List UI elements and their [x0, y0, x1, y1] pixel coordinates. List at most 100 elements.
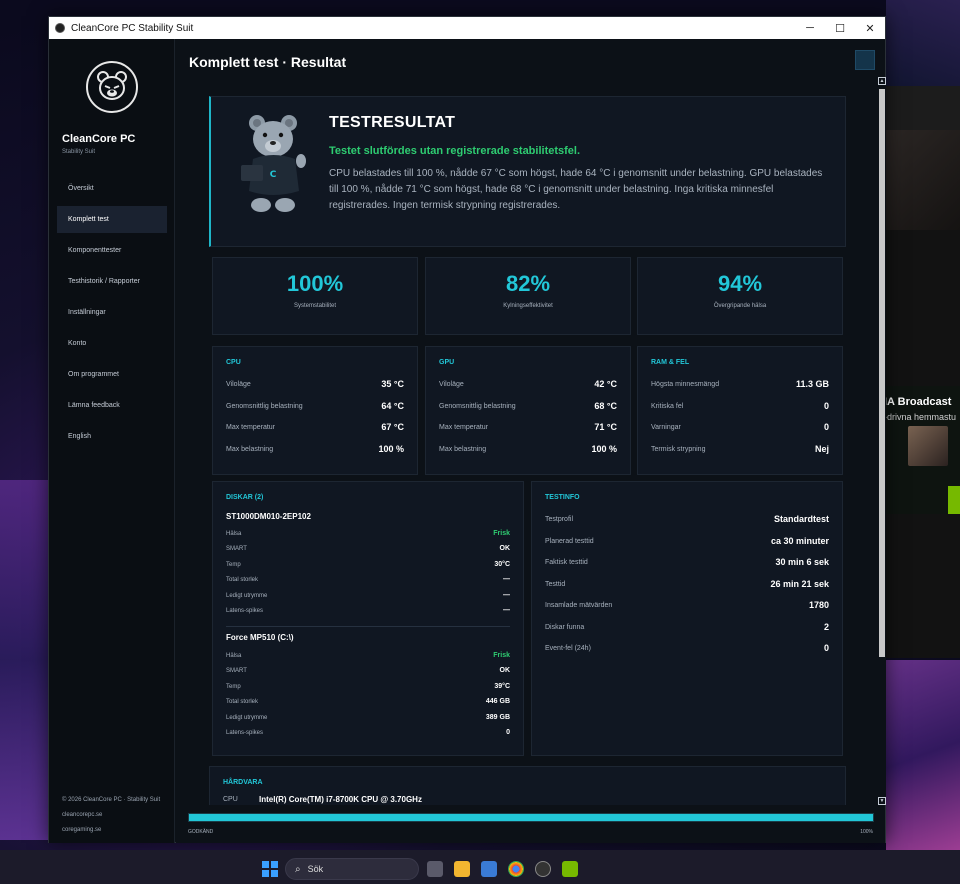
bear-logo-icon	[97, 71, 127, 100]
taskbar-search[interactable]: ⌕ Sök	[285, 858, 419, 880]
nvidia-icon[interactable]	[562, 861, 578, 877]
cpu-panel: CPU Viloläge 35 °C Genomsnittlig belastni…	[212, 346, 418, 475]
row-value: 0	[506, 729, 510, 736]
scroll-down-icon[interactable]: ▼	[878, 797, 886, 805]
scrollbar-thumb[interactable]	[879, 89, 885, 657]
footer-link-cleancorepc[interactable]: cleancorepc.se	[62, 808, 160, 823]
search-placeholder: Sök	[307, 864, 324, 874]
stat-label: Systemstabilitet	[293, 303, 336, 309]
chrome-icon[interactable]	[508, 861, 524, 877]
ram-row: Högsta minnesmängd 11.3 GB	[651, 379, 829, 389]
sidebar-item-komplett-test[interactable]: Komplett test	[57, 206, 167, 233]
app-window: CleanCore PC Stability Suit ─ ☐ ✕ CleanC…	[48, 16, 886, 843]
row-value: OK	[499, 667, 511, 674]
main-scrollbar[interactable]: ▲ ▼	[878, 77, 886, 805]
row-key: Hälsa	[226, 652, 242, 659]
row-value: Frisk	[493, 530, 510, 537]
row-value: 446 GB	[485, 698, 510, 705]
row-value: 68 °C	[594, 401, 617, 411]
row-value: 26 min 21 sek	[770, 579, 829, 589]
row-key: Total storlek	[226, 576, 259, 583]
row-key: SMART	[226, 667, 247, 674]
maximize-button[interactable]: ☐	[825, 17, 855, 39]
testinfo-row: Diskar funna 2	[545, 622, 829, 632]
corner-button[interactable]	[855, 50, 875, 70]
promo-subtitle: -drivna hemmastu	[884, 412, 957, 422]
sidebar-item-oversikt[interactable]: Översikt	[57, 175, 167, 202]
disk-name: Force MP510 (C:\)	[226, 633, 294, 642]
minimize-button[interactable]: ─	[795, 17, 825, 39]
progress-percent: 100%	[860, 829, 873, 835]
row-key: Testprofil	[545, 515, 574, 523]
task-view-icon[interactable]	[427, 861, 443, 877]
stat-card-systemstabilitet: 100% Systemstabilitet	[212, 257, 418, 335]
disk-row: Ledigt utrymme —	[226, 592, 510, 599]
sidebar-item-english[interactable]: English	[57, 423, 167, 450]
disk-row: SMART OK	[226, 667, 510, 674]
row-value: 71 °C	[594, 422, 617, 432]
disk-row: Hälsa Frisk	[226, 652, 510, 659]
row-key: Max temperatur	[226, 423, 276, 431]
testinfo-row: Insamlade mätvärden 1780	[545, 600, 829, 610]
row-key: Max belastning	[226, 445, 274, 453]
sidebar-item-testhistorik[interactable]: Testhistorik / Rapporter	[57, 268, 167, 295]
sidebar-item-om-programmet[interactable]: Om programmet	[57, 361, 167, 388]
gpu-row: Viloläge 42 °C	[439, 379, 617, 389]
row-value: —	[503, 607, 510, 614]
row-key: Viloläge	[439, 380, 464, 388]
row-value: 42 °C	[594, 379, 617, 389]
store-icon[interactable]	[481, 861, 497, 877]
row-key: Varningar	[651, 423, 681, 431]
row-key: Genomsnittlig belastning	[439, 402, 516, 410]
row-key: Max belastning	[439, 445, 487, 453]
window-title: CleanCore PC Stability Suit	[71, 22, 194, 34]
row-value: 11.3 GB	[795, 379, 829, 389]
app-icon	[55, 23, 65, 33]
hardware-cpu-value: Intel(R) Core(TM) i7-8700K CPU @ 3.70GHz	[259, 795, 422, 804]
row-value: 100 %	[378, 444, 404, 454]
cleancore-app-icon[interactable]	[535, 861, 551, 877]
row-key: Genomsnittlig belastning	[226, 402, 303, 410]
scroll-up-icon[interactable]: ▲	[878, 77, 886, 85]
row-key: Insamlade mätvärden	[545, 601, 613, 609]
row-value: 67 °C	[381, 422, 404, 432]
stat-value: 94%	[717, 271, 763, 296]
sidebar: CleanCore PC Stability Suit Översikt Kom…	[49, 39, 175, 843]
disk-row: Latens-spikes 0	[226, 729, 510, 736]
file-explorer-icon[interactable]	[454, 861, 470, 877]
promo-accent	[948, 486, 960, 514]
disks-panel: DISKAR (2) ST1000DM010-2EP102 Hälsa Frisk…	[212, 481, 524, 756]
row-key: Latens-spikes	[226, 729, 264, 736]
disk-row: Hälsa Frisk	[226, 530, 510, 537]
sidebar-item-komponenttester[interactable]: Komponenttester	[57, 237, 167, 264]
sidebar-item-konto[interactable]: Konto	[57, 330, 167, 357]
row-value: 30 min 6 sek	[775, 557, 829, 567]
windows-start-icon[interactable]	[262, 861, 278, 877]
gpu-panel-title: GPU	[439, 359, 455, 366]
close-button[interactable]: ✕	[855, 17, 885, 39]
footer-link-coregaming[interactable]: coregaming.se	[62, 823, 160, 838]
brand-name: CleanCore PC	[62, 133, 136, 145]
background-window-promo[interactable]: IA Broadcast -drivna hemmastu	[884, 386, 960, 514]
sidebar-item-installningar[interactable]: Inställningar	[57, 299, 167, 326]
sidebar-item-lamna-feedback[interactable]: Lämna feedback	[57, 392, 167, 419]
ram-panel: RAM & FEL Högsta minnesmängd 11.3 GB Krit…	[637, 346, 843, 475]
row-value: 39°C	[494, 683, 510, 690]
test-progress-fill	[189, 814, 873, 821]
stat-value: 82%	[505, 271, 551, 296]
ram-row: Kritiska fel 0	[651, 401, 829, 411]
row-value: 0	[823, 643, 829, 653]
row-key: Diskar funna	[545, 623, 585, 631]
background-window[interactable]: IA Broadcast -drivna hemmastu	[884, 86, 960, 658]
gpu-row: Genomsnittlig belastning 68 °C	[439, 401, 617, 411]
cpu-panel-title: CPU	[226, 359, 241, 366]
row-key: Max temperatur	[439, 423, 489, 431]
row-key: Planerad testtid	[545, 537, 594, 545]
titlebar[interactable]: CleanCore PC Stability Suit ─ ☐ ✕	[49, 17, 885, 39]
row-value: Nej	[814, 444, 829, 454]
row-key: Ledigt utrymme	[226, 592, 268, 599]
page-title: Komplett test · Resultat	[189, 54, 347, 70]
stat-card-overgripande-halsa: 94% Övergripande hälsa	[637, 257, 843, 335]
search-icon: ⌕	[295, 863, 301, 875]
testinfo-row: Faktisk testtid 30 min 6 sek	[545, 557, 829, 567]
